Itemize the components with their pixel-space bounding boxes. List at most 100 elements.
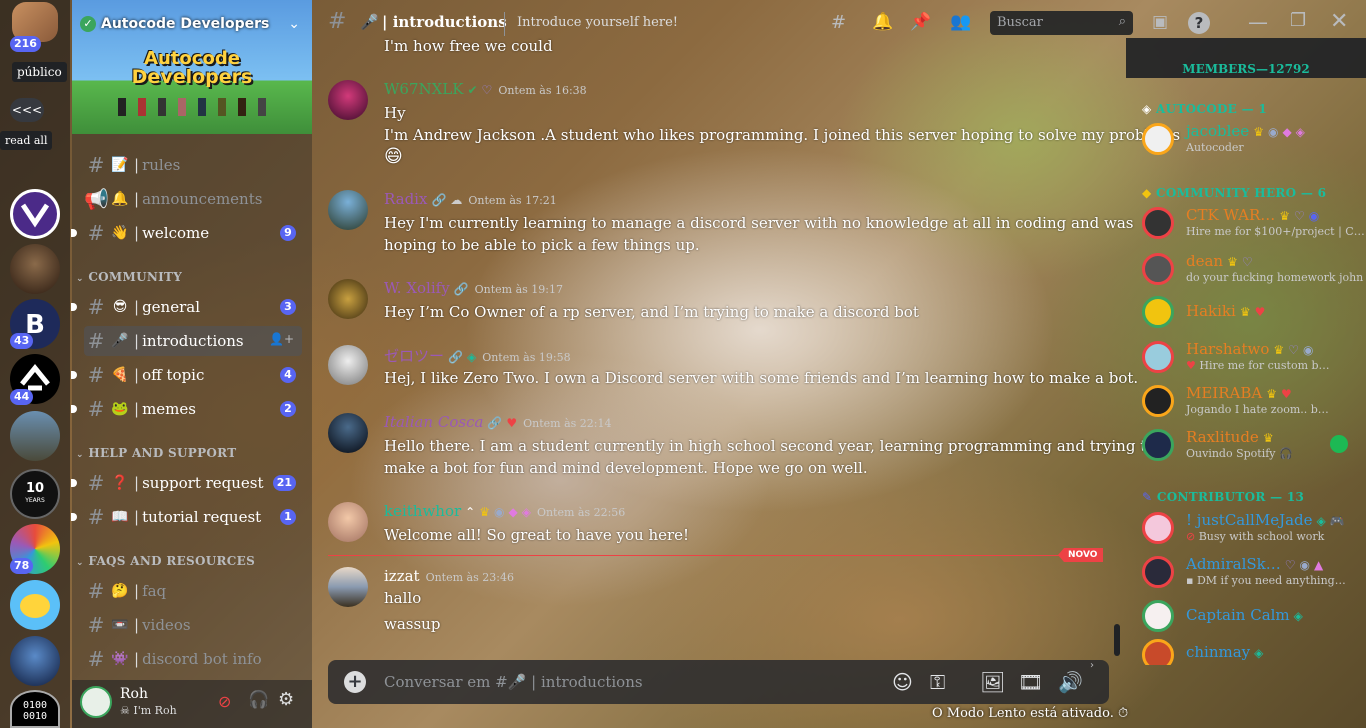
channel-videos[interactable]: # 📼 | videos bbox=[84, 610, 302, 640]
server-icon-blob[interactable] bbox=[10, 580, 60, 630]
member-item[interactable]: chinmay ◈ bbox=[1142, 635, 1362, 665]
mute-microphone-icon[interactable]: ⊘ bbox=[218, 692, 231, 711]
server-icon-landscape[interactable] bbox=[10, 411, 60, 461]
member-item[interactable]: Harshatwo ♛ ♡ ◉ ♥ Hire me for custom b… bbox=[1142, 337, 1362, 377]
collapse-servers-button[interactable]: <<< bbox=[10, 98, 44, 122]
channel-announcements[interactable]: 📢 🔔 | announcements bbox=[84, 184, 302, 214]
member-name: dean bbox=[1186, 252, 1224, 270]
avatar[interactable] bbox=[328, 413, 368, 453]
headphones-icon[interactable]: 🎧 bbox=[248, 690, 269, 710]
member-item[interactable]: dean ♛ ♡ do your fucking homework john bbox=[1142, 249, 1363, 289]
close-icon[interactable]: ✕ bbox=[1330, 9, 1348, 34]
read-all-button[interactable]: read all bbox=[0, 131, 53, 150]
search-input[interactable]: Buscar ⌕ bbox=[990, 11, 1133, 35]
member-name-row: dean ♛ ♡ bbox=[1186, 252, 1253, 270]
gif-icon[interactable]: 🎞 bbox=[1018, 670, 1043, 694]
member-item[interactable]: jacoblee ♛ ◉ ◆ ◈ Autocoder bbox=[1142, 119, 1362, 159]
message-text: hallo bbox=[384, 589, 422, 607]
author-name[interactable]: keithwhor bbox=[384, 502, 461, 520]
invite-member-icon[interactable]: 👤+ bbox=[269, 332, 294, 346]
channel-faq[interactable]: # 🤔 | faq bbox=[84, 576, 302, 606]
member-list-header: MEMBERS—12792 bbox=[1126, 38, 1366, 78]
crown-icon: ♛ bbox=[1262, 431, 1274, 445]
avatar[interactable] bbox=[80, 686, 112, 718]
member-item[interactable]: Hakiki ♛ ♥ bbox=[1142, 292, 1362, 332]
text-channel-icon: # bbox=[87, 471, 105, 495]
threads-icon[interactable]: # bbox=[831, 12, 846, 33]
maximize-icon[interactable]: ❐ bbox=[1290, 10, 1306, 31]
avatar[interactable] bbox=[328, 567, 368, 607]
server-header[interactable]: ✓ Autocode Developers ⌄ bbox=[80, 10, 308, 38]
avatar[interactable] bbox=[328, 502, 368, 542]
server-icon-portrait[interactable] bbox=[10, 244, 60, 294]
emoji: 😄 bbox=[384, 146, 403, 167]
author-name[interactable]: ゼロツー bbox=[384, 347, 444, 365]
avatar[interactable] bbox=[328, 190, 368, 230]
channel-tutorial-request[interactable]: # 📖 | tutorial request 1 bbox=[71, 502, 302, 532]
member-item[interactable]: Raxlitude ♛ Ouvindo Spotify 🎧 bbox=[1142, 425, 1362, 465]
heart-badge-icon: ♡ bbox=[481, 83, 493, 97]
chat-scrollbar[interactable] bbox=[1114, 624, 1120, 656]
image-upload-icon[interactable]: 🖼 bbox=[980, 670, 1005, 694]
member-name: MEIRABA bbox=[1186, 384, 1263, 402]
channel-introductions[interactable]: # 🎤 | introductions 👤+ bbox=[84, 326, 302, 356]
server-icon-purple-v[interactable] bbox=[10, 189, 60, 239]
channel-general[interactable]: # 😎 | general 3 bbox=[71, 292, 302, 322]
heart-badge-icon: ♡ bbox=[1241, 255, 1253, 269]
server-icon-blue-figure[interactable] bbox=[10, 636, 60, 686]
member-item[interactable]: CTK WAR… ♛ ♡ ◉ Hire me for $100+/project | … bbox=[1142, 203, 1365, 243]
member-name: Hakiki bbox=[1186, 302, 1236, 320]
category-community[interactable]: ⌄ COMMUNITY bbox=[76, 270, 182, 284]
header-divider bbox=[504, 12, 505, 36]
member-list-icon[interactable]: 👥 bbox=[950, 12, 971, 32]
inbox-icon[interactable]: ▣ bbox=[1152, 12, 1168, 32]
member-item[interactable]: Captain Calm ◈ bbox=[1142, 596, 1362, 636]
category-faqs-and-resources[interactable]: ⌄ FAQS AND RESOURCES bbox=[76, 554, 255, 568]
placeholder-prefix: Conversar em # bbox=[384, 673, 508, 691]
author-name[interactable]: W. Xolify bbox=[384, 279, 450, 297]
channel-support-request[interactable]: # ❓ | support request 21 bbox=[71, 468, 302, 498]
sound-icon[interactable]: 🔊 bbox=[1058, 670, 1083, 694]
avatar bbox=[1142, 556, 1174, 588]
avatar[interactable] bbox=[328, 279, 368, 319]
avatar bbox=[1142, 385, 1174, 417]
message-composer[interactable]: + Conversar em #🎤 | introductions ☺ ⚿ 🖼 … bbox=[328, 660, 1109, 704]
channel-welcome[interactable]: # 👋 | welcome 9 bbox=[71, 218, 302, 248]
settings-gear-icon[interactable]: ⚙ bbox=[278, 689, 294, 710]
badge-icon: ◉ bbox=[1302, 343, 1314, 357]
binary-label: 0100 0010 bbox=[22, 700, 48, 722]
channel-rules[interactable]: # 📝 | rules bbox=[84, 150, 302, 180]
member-item[interactable]: ! justCallMeJade ◈ 🎮 ⊘ Busy with school wo… bbox=[1142, 508, 1362, 548]
server-icon-binary[interactable]: 0100 0010 bbox=[10, 690, 60, 728]
author-name[interactable]: izzat bbox=[384, 567, 420, 585]
key-icon[interactable]: ⚿ bbox=[930, 670, 945, 694]
author-name[interactable]: Italian Cosca bbox=[384, 413, 483, 431]
channel-off-topic[interactable]: # 🍕 | off topic 4 bbox=[71, 360, 302, 390]
channel-memes[interactable]: # 🐸 | memes 2 bbox=[71, 394, 302, 424]
member-item[interactable]: AdmiralSk… ♡ ◉ ▲ ▪ DM if you need anything… bbox=[1142, 552, 1362, 592]
avatar[interactable] bbox=[328, 345, 368, 385]
category-help-and-support[interactable]: ⌄ HELP AND SUPPORT bbox=[76, 446, 236, 460]
member-name-row: Captain Calm ◈ bbox=[1186, 606, 1303, 624]
member-name: CTK WAR… bbox=[1186, 206, 1276, 224]
message-timestamp: Ontem às 22:14 bbox=[523, 417, 612, 430]
minimize-icon[interactable]: — bbox=[1248, 10, 1268, 34]
channel-name: discord bot info bbox=[142, 650, 262, 668]
notification-bell-icon[interactable]: 🔔 bbox=[872, 12, 893, 32]
add-attachment-icon[interactable]: + bbox=[344, 671, 366, 693]
member-item[interactable]: MEIRABA ♛ ♥ Jogando I hate zoom.. b… bbox=[1142, 381, 1362, 421]
help-icon[interactable]: ? bbox=[1188, 12, 1210, 34]
author-name[interactable]: W67NXLK bbox=[384, 80, 463, 98]
emoji-picker-icon[interactable]: ☺ bbox=[892, 670, 913, 694]
expand-icon[interactable]: › bbox=[1090, 660, 1094, 671]
avatar bbox=[1142, 341, 1174, 373]
composer-placeholder[interactable]: Conversar em #🎤 | introductions bbox=[384, 673, 643, 691]
text-channel-icon: # bbox=[328, 9, 347, 34]
pinned-messages-icon[interactable]: 📌 bbox=[910, 12, 931, 32]
server-icon-10-years[interactable]: 10 YEARS bbox=[10, 469, 60, 519]
channel-discord-bot-info[interactable]: # 👾 | discord bot info bbox=[84, 644, 302, 674]
author-name[interactable]: Radix bbox=[384, 190, 427, 208]
chevron-down-icon[interactable]: ⌄ bbox=[288, 16, 300, 32]
avatar[interactable] bbox=[328, 80, 368, 120]
hero-icon: ◆ bbox=[1142, 186, 1152, 200]
